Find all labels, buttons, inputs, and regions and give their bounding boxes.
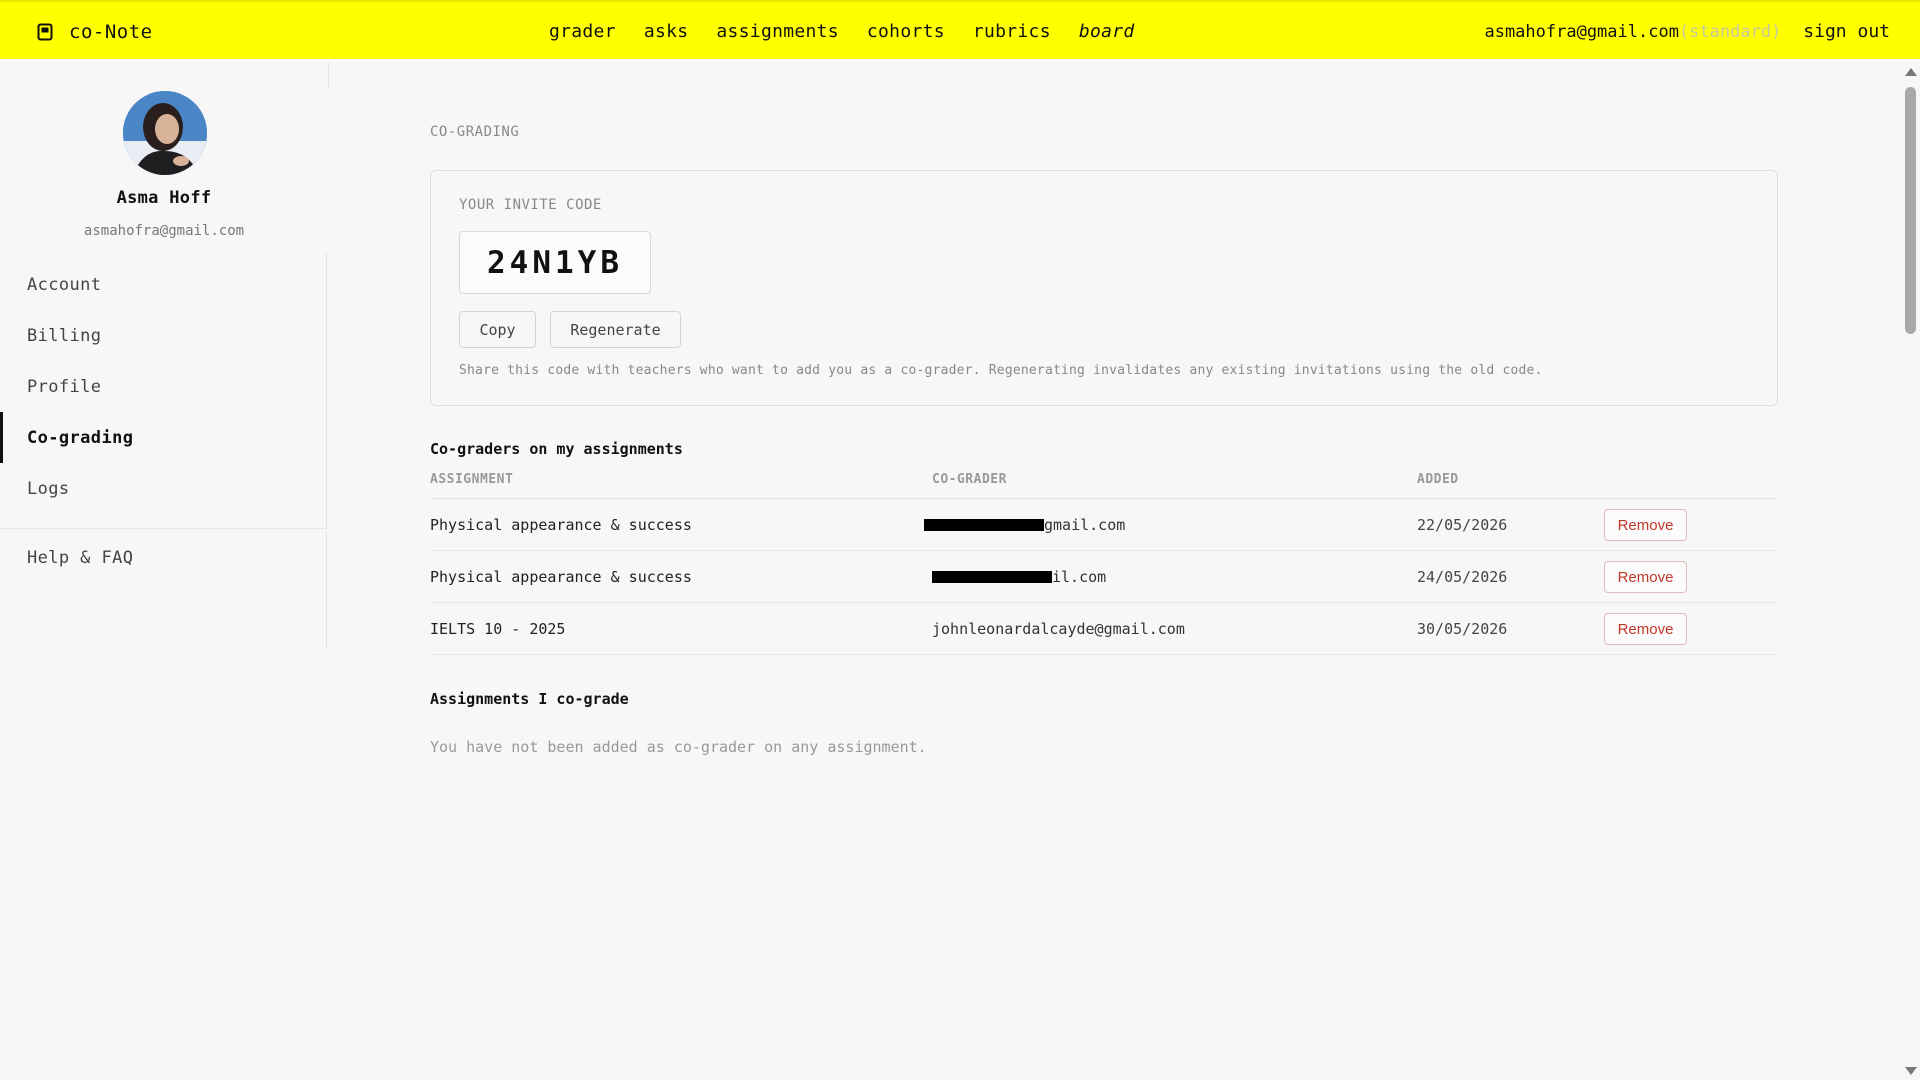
user-email[interactable]: asmahofra@gmail.com [1484,22,1678,42]
brand[interactable]: co-Note [36,2,153,61]
sidebar-item-co-grading[interactable]: Co-grading [0,412,326,463]
nav-asks[interactable]: asks [644,21,689,42]
nav-grader[interactable]: grader [549,21,616,42]
added-date-cell: 30/05/2026 [1417,620,1508,638]
top-bar: co-Note grader asks assignments cohorts … [0,0,1920,59]
avatar [123,91,207,175]
user-area: asmahofra@gmail.com (standard) sign out [1484,2,1890,61]
nav-assignments[interactable]: assignments [716,21,839,42]
sidebar-item-account[interactable]: Account [0,259,326,310]
invite-help-text: Share this code with teachers who want t… [459,363,1543,378]
table-header: ASSIGNMENT CO-GRADER ADDED [430,470,1778,499]
table-row: Physical appearance & success il.com 24/… [430,551,1778,603]
sidebar: Asma Hoff asmahofra@gmail.com Account Bi… [0,59,327,649]
remove-button[interactable]: Remove [1604,613,1687,645]
sidebar-item-help[interactable]: Help & FAQ [27,548,133,568]
co-grader-cell: gmail.com [924,499,1125,551]
app-name: co-Note [69,20,153,43]
co-grader-email: il.com [1052,568,1107,586]
scrollbar-thumb[interactable] [1905,87,1916,334]
profile-name: Asma Hoff [116,188,212,208]
table-row: IELTS 10 - 2025 johnleonardalcayde@gmail… [430,603,1778,655]
nav-board[interactable]: board [1079,21,1135,42]
divider [0,528,326,529]
scroll-down-arrow-icon[interactable] [1905,1067,1917,1075]
invite-code: 24N1YB [459,231,651,294]
sidebar-item-billing[interactable]: Billing [0,310,326,361]
added-date-cell: 24/05/2026 [1417,568,1508,586]
empty-state-text: You have not been added as co-grader on … [430,738,927,756]
sidebar-menu: Account Billing Profile Co-grading Logs [0,259,326,514]
nav-rubrics[interactable]: rubrics [973,21,1051,42]
co-grader-cell: johnleonardalcayde@gmail.com [932,620,1185,638]
assignment-cell: Physical appearance & success [430,568,692,586]
sidebar-item-profile[interactable]: Profile [0,361,326,412]
added-date-cell: 22/05/2026 [1417,516,1508,534]
copy-button[interactable]: Copy [459,311,536,348]
column-header-co-grader: CO-GRADER [932,472,1007,487]
nav-cohorts[interactable]: cohorts [867,21,945,42]
cograde-heading: Assignments I co-grade [430,690,629,708]
assignment-cell: Physical appearance & success [430,516,692,534]
notebook-icon [36,23,54,41]
redaction-bar [924,519,1044,531]
invite-code-card: YOUR INVITE CODE 24N1YB Copy Regenerate … [430,170,1778,406]
remove-button[interactable]: Remove [1604,509,1687,541]
scroll-up-arrow-icon[interactable] [1905,68,1917,76]
column-header-added: ADDED [1417,472,1459,487]
cograders-table: ASSIGNMENT CO-GRADER ADDED Physical appe… [430,470,1778,655]
co-grader-cell: il.com [932,551,1106,603]
sidebar-item-logs[interactable]: Logs [0,463,326,514]
profile-email: asmahofra@gmail.com [83,223,245,239]
column-header-assignment: ASSIGNMENT [430,472,514,487]
user-plan: (standard) [1678,21,1782,42]
sign-out-link[interactable]: sign out [1803,21,1890,42]
invite-code-label: YOUR INVITE CODE [459,197,602,213]
divider [328,62,329,88]
table-row: Physical appearance & success gmail.com … [430,499,1778,551]
main-nav: grader asks assignments cohorts rubrics … [549,2,1135,61]
remove-button[interactable]: Remove [1604,561,1687,593]
co-grader-email: gmail.com [1044,516,1126,534]
regenerate-button[interactable]: Regenerate [550,311,681,348]
assignment-cell: IELTS 10 - 2025 [430,620,566,638]
cograders-heading: Co-graders on my assignments [430,440,683,458]
scrollbar[interactable] [1900,59,1920,1080]
section-title: CO-GRADING [430,124,520,140]
redaction-bar [932,571,1052,583]
